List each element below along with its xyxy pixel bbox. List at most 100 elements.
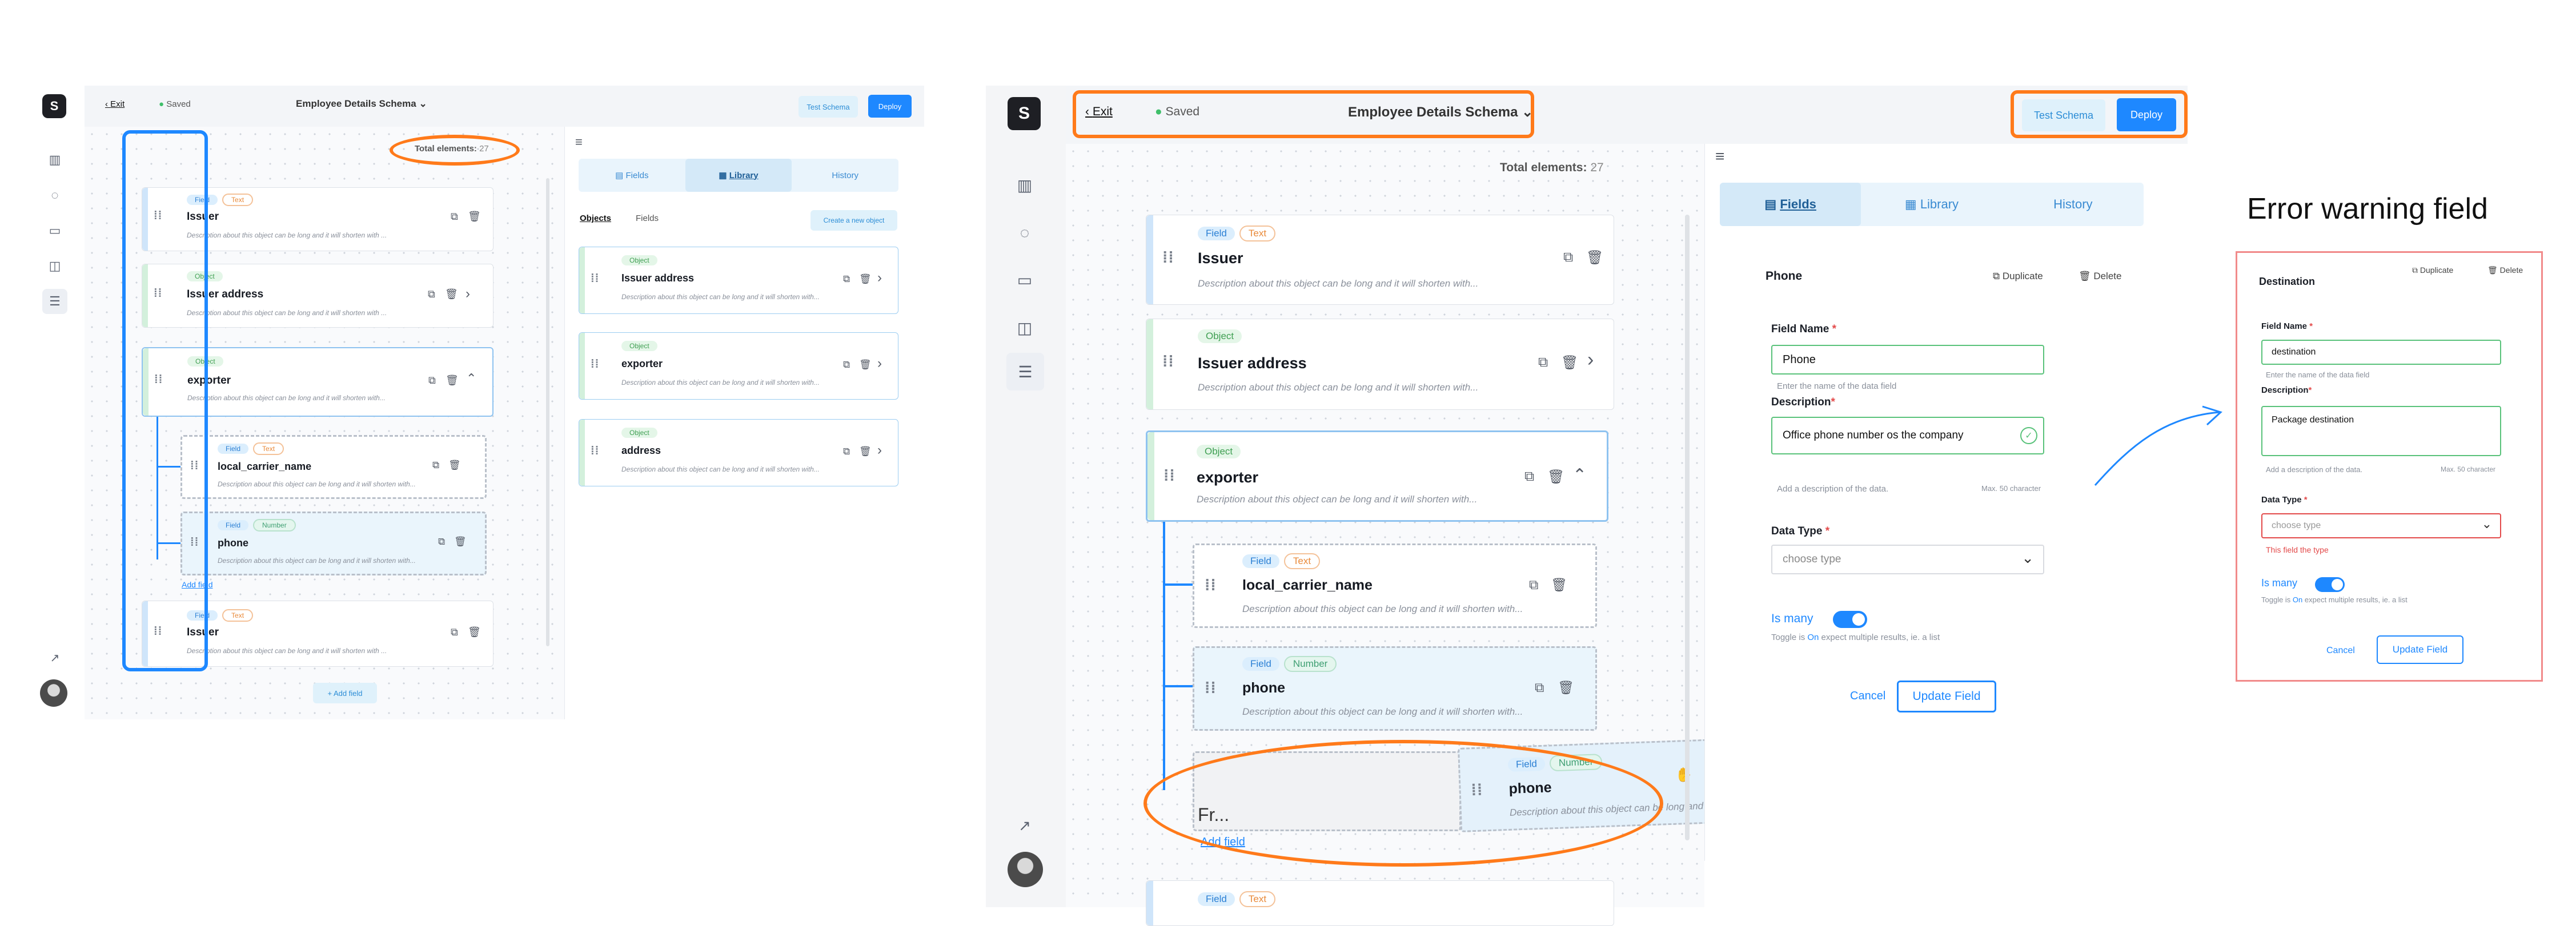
- chevron-right-icon[interactable]: ›: [466, 286, 470, 302]
- deploy-button[interactable]: Deploy: [868, 95, 912, 118]
- external-link-icon[interactable]: ↗: [43, 646, 66, 669]
- field-name-input[interactable]: Phone: [1771, 345, 2044, 375]
- delete-icon[interactable]: 🗑: [859, 359, 872, 371]
- tab-fields[interactable]: ▤ Fields: [1720, 183, 1861, 226]
- schema-icon[interactable]: ☰: [1006, 353, 1044, 390]
- drag-handle-icon[interactable]: ⁞⁞: [591, 358, 599, 371]
- create-object-button[interactable]: Create a new object: [810, 210, 897, 231]
- subtab-fields[interactable]: Fields: [636, 214, 659, 223]
- duplicate-icon[interactable]: ⧉: [428, 375, 436, 386]
- external-link-icon[interactable]: ↗: [1010, 811, 1040, 840]
- tab-library[interactable]: ▦ Library: [685, 159, 792, 192]
- tab-fields[interactable]: ▤ Fields: [579, 159, 685, 192]
- field-card-bottom[interactable]: Field Text: [1146, 880, 1614, 926]
- duplicate-icon[interactable]: ⧉: [1563, 249, 1573, 265]
- inbox-icon[interactable]: ◫: [1009, 312, 1041, 344]
- schema-icon[interactable]: ☰: [42, 289, 67, 314]
- data-type-select[interactable]: choose type ⌄: [1771, 545, 2044, 574]
- duplicate-icon[interactable]: ⧉: [451, 211, 458, 223]
- chevron-up-icon[interactable]: ⌃: [1572, 465, 1587, 485]
- duplicate-icon[interactable]: ⧉: [438, 536, 445, 547]
- field-card-local-carrier-name[interactable]: ⁞⁞ Field Text local_carrier_name Descript…: [180, 435, 487, 499]
- drag-handle-icon[interactable]: ⁞⁞: [1205, 679, 1217, 697]
- avatar[interactable]: [40, 679, 67, 707]
- drag-handle-icon[interactable]: ⁞⁞: [1162, 248, 1174, 267]
- delete-icon[interactable]: 🗑: [1586, 249, 1603, 266]
- duplicate-button[interactable]: ⧉ Duplicate: [2412, 265, 2453, 275]
- delete-icon[interactable]: 🗑: [859, 273, 872, 285]
- duplicate-icon[interactable]: ⧉: [1529, 577, 1538, 593]
- drag-handle-icon[interactable]: ⁞⁞: [1163, 466, 1175, 485]
- delete-icon[interactable]: 🗑: [1558, 680, 1574, 695]
- document-icon[interactable]: ▭: [1009, 264, 1041, 296]
- chevron-right-icon[interactable]: ›: [877, 356, 882, 372]
- delete-icon[interactable]: 🗑: [1551, 577, 1567, 593]
- avatar[interactable]: [1008, 852, 1043, 887]
- duplicate-icon[interactable]: ⧉: [451, 626, 458, 638]
- is-many-toggle[interactable]: [2315, 577, 2345, 592]
- chat-icon[interactable]: ◌: [42, 183, 67, 208]
- chevron-right-icon[interactable]: ›: [877, 442, 882, 458]
- duplicate-icon[interactable]: ⧉: [843, 273, 850, 285]
- schema-title[interactable]: Employee Details Schema ⌄: [296, 98, 427, 110]
- update-field-button[interactable]: Update Field: [2377, 635, 2463, 664]
- app-logo[interactable]: S: [1008, 97, 1041, 130]
- tab-history[interactable]: History: [792, 159, 898, 192]
- field-card-local-carrier-name[interactable]: ⁞⁞ Field Text local_carrier_name Descript…: [1193, 543, 1597, 628]
- drag-handle-icon[interactable]: ⁞⁞: [1205, 576, 1217, 594]
- canvas-scrollbar[interactable]: [1685, 215, 1690, 840]
- delete-icon[interactable]: 🗑: [1547, 469, 1564, 485]
- delete-icon[interactable]: 🗑: [859, 446, 872, 457]
- object-card-issuer-address[interactable]: ⁞⁞ Object Issuer address Description abo…: [1146, 319, 1614, 410]
- library-item[interactable]: ⁞⁞ Object Issuer address Description abo…: [579, 247, 898, 314]
- delete-icon[interactable]: 🗑: [1561, 355, 1578, 371]
- chart-icon[interactable]: ▥: [1009, 169, 1041, 201]
- field-name-input[interactable]: destination: [2261, 340, 2501, 365]
- description-input[interactable]: Office phone number os the company ✓: [1771, 417, 2044, 454]
- duplicate-button[interactable]: ⧉ Duplicate: [1993, 271, 2043, 282]
- exit-button[interactable]: ‹ Exit: [105, 99, 125, 109]
- duplicate-icon[interactable]: ⧉: [843, 446, 850, 457]
- cancel-button[interactable]: Cancel: [2326, 646, 2355, 656]
- duplicate-icon[interactable]: ⧉: [843, 359, 850, 371]
- chevron-right-icon[interactable]: ›: [877, 270, 882, 286]
- duplicate-icon[interactable]: ⧉: [1524, 469, 1534, 485]
- subtab-objects[interactable]: Objects: [580, 214, 611, 223]
- drag-handle-icon[interactable]: ⁞⁞: [591, 445, 599, 458]
- duplicate-icon[interactable]: ⧉: [428, 288, 435, 300]
- inbox-icon[interactable]: ◫: [42, 253, 67, 279]
- library-item[interactable]: ⁞⁞ Object exporter Description about thi…: [579, 332, 898, 400]
- object-card-exporter[interactable]: ⁞⁞ Object exporter Description about thi…: [1146, 430, 1608, 522]
- delete-icon[interactable]: 🗑: [468, 211, 481, 223]
- update-field-button[interactable]: Update Field: [1897, 681, 1996, 712]
- data-type-select[interactable]: choose type ⌄: [2261, 513, 2501, 538]
- delete-button[interactable]: 🗑 Delete: [2487, 265, 2523, 275]
- delete-icon[interactable]: 🗑: [448, 460, 461, 471]
- document-icon[interactable]: ▭: [42, 218, 67, 243]
- drag-handle-icon[interactable]: ⁞⁞: [591, 272, 599, 285]
- collapse-panel-icon[interactable]: ≡: [1715, 147, 1724, 166]
- duplicate-icon[interactable]: ⧉: [1538, 355, 1548, 371]
- delete-icon[interactable]: 🗑: [454, 536, 467, 547]
- duplicate-icon[interactable]: ⧉: [1535, 680, 1544, 695]
- field-card-issuer[interactable]: ⁞⁞ Field Text Issuer Description about th…: [1146, 215, 1614, 305]
- field-card-phone[interactable]: ⁞⁞ Field Number phone Description about t…: [1193, 646, 1597, 731]
- chevron-right-icon[interactable]: ›: [1587, 349, 1594, 371]
- description-input[interactable]: Package destination: [2261, 406, 2501, 456]
- is-many-toggle[interactable]: [1833, 611, 1867, 628]
- delete-icon[interactable]: 🗑: [468, 626, 481, 638]
- cancel-button[interactable]: Cancel: [1850, 690, 1885, 703]
- library-item[interactable]: ⁞⁞ Object address Description about this…: [579, 419, 898, 486]
- add-field-button[interactable]: + Add field: [313, 683, 377, 703]
- chat-icon[interactable]: ◌: [1009, 217, 1041, 249]
- canvas-scrollbar[interactable]: [546, 178, 549, 646]
- test-schema-button[interactable]: Test Schema: [799, 96, 858, 118]
- delete-icon[interactable]: 🗑: [445, 288, 458, 300]
- chevron-up-icon[interactable]: ⌃: [466, 371, 476, 386]
- drag-handle-icon[interactable]: ⁞⁞: [1162, 352, 1174, 371]
- chart-icon[interactable]: ▥: [42, 147, 67, 172]
- collapse-panel-icon[interactable]: ≡: [575, 135, 583, 150]
- tab-history[interactable]: History: [2003, 183, 2144, 226]
- delete-button[interactable]: 🗑 Delete: [2079, 271, 2121, 282]
- app-logo[interactable]: S: [42, 94, 66, 118]
